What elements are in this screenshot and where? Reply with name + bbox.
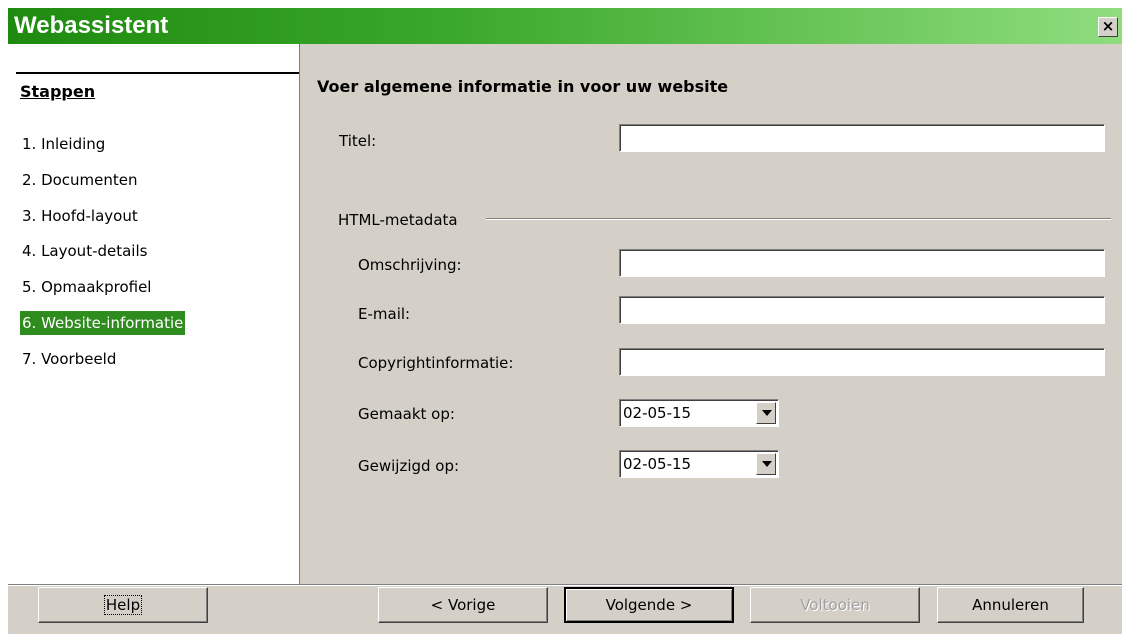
omschrijving-label: Omschrijving: xyxy=(358,256,462,274)
gewijzigd-op-label: Gewijzigd op: xyxy=(358,457,460,475)
gewijzigd-op-value: 02-05-15 xyxy=(623,455,692,473)
next-button[interactable]: Volgende > xyxy=(564,587,734,623)
wizard-window: Webassistent × Stappen 1. Inleiding 2. D… xyxy=(8,8,1122,634)
step-inleiding[interactable]: 1. Inleiding xyxy=(20,132,107,156)
gemaakt-op-value: 02-05-15 xyxy=(623,404,692,422)
sidebar-divider xyxy=(16,72,299,74)
titel-label: Titel: xyxy=(339,132,377,150)
gemaakt-op-date-picker[interactable]: 02-05-15 xyxy=(619,399,779,427)
title-bar[interactable]: Webassistent × xyxy=(8,8,1122,44)
step-opmaakprofiel[interactable]: 5. Opmaakprofiel xyxy=(20,275,153,299)
copyright-input[interactable] xyxy=(619,348,1105,376)
step-documenten[interactable]: 2. Documenten xyxy=(20,168,140,192)
titel-input[interactable] xyxy=(619,124,1105,152)
chevron-down-icon[interactable] xyxy=(756,453,776,475)
help-button[interactable]: Help xyxy=(38,587,208,623)
gemaakt-op-label: Gemaakt op: xyxy=(358,405,455,423)
html-metadata-group-label: HTML-metadata xyxy=(338,211,458,229)
step-layout-details[interactable]: 4. Layout-details xyxy=(20,239,149,263)
group-divider xyxy=(486,218,1111,220)
finish-button[interactable]: Voltooien xyxy=(750,587,920,623)
button-bar-divider xyxy=(8,584,1122,586)
copyright-label: Copyrightinformatie: xyxy=(358,354,514,372)
gewijzigd-op-date-picker[interactable]: 02-05-15 xyxy=(619,450,779,478)
close-button[interactable]: × xyxy=(1098,17,1118,37)
close-icon: × xyxy=(1101,17,1115,35)
step-hoofd-layout[interactable]: 3. Hoofd-layout xyxy=(20,204,140,228)
omschrijving-input[interactable] xyxy=(619,249,1105,277)
page-title: Voer algemene informatie in voor uw webs… xyxy=(317,77,729,96)
previous-button[interactable]: < Vorige xyxy=(378,587,548,623)
chevron-down-icon[interactable] xyxy=(756,402,776,424)
window-title: Webassistent xyxy=(14,12,169,39)
help-button-label: Help xyxy=(103,595,143,615)
steps-sidebar: Stappen 1. Inleiding 2. Documenten 3. Ho… xyxy=(8,44,300,584)
step-voorbeeld[interactable]: 7. Voorbeeld xyxy=(20,347,118,371)
step-website-informatie[interactable]: 6. Website-informatie xyxy=(20,311,186,335)
email-input[interactable] xyxy=(619,296,1105,324)
email-label: E-mail: xyxy=(358,305,411,323)
steps-heading: Stappen xyxy=(20,82,96,101)
cancel-button[interactable]: Annuleren xyxy=(937,587,1084,623)
